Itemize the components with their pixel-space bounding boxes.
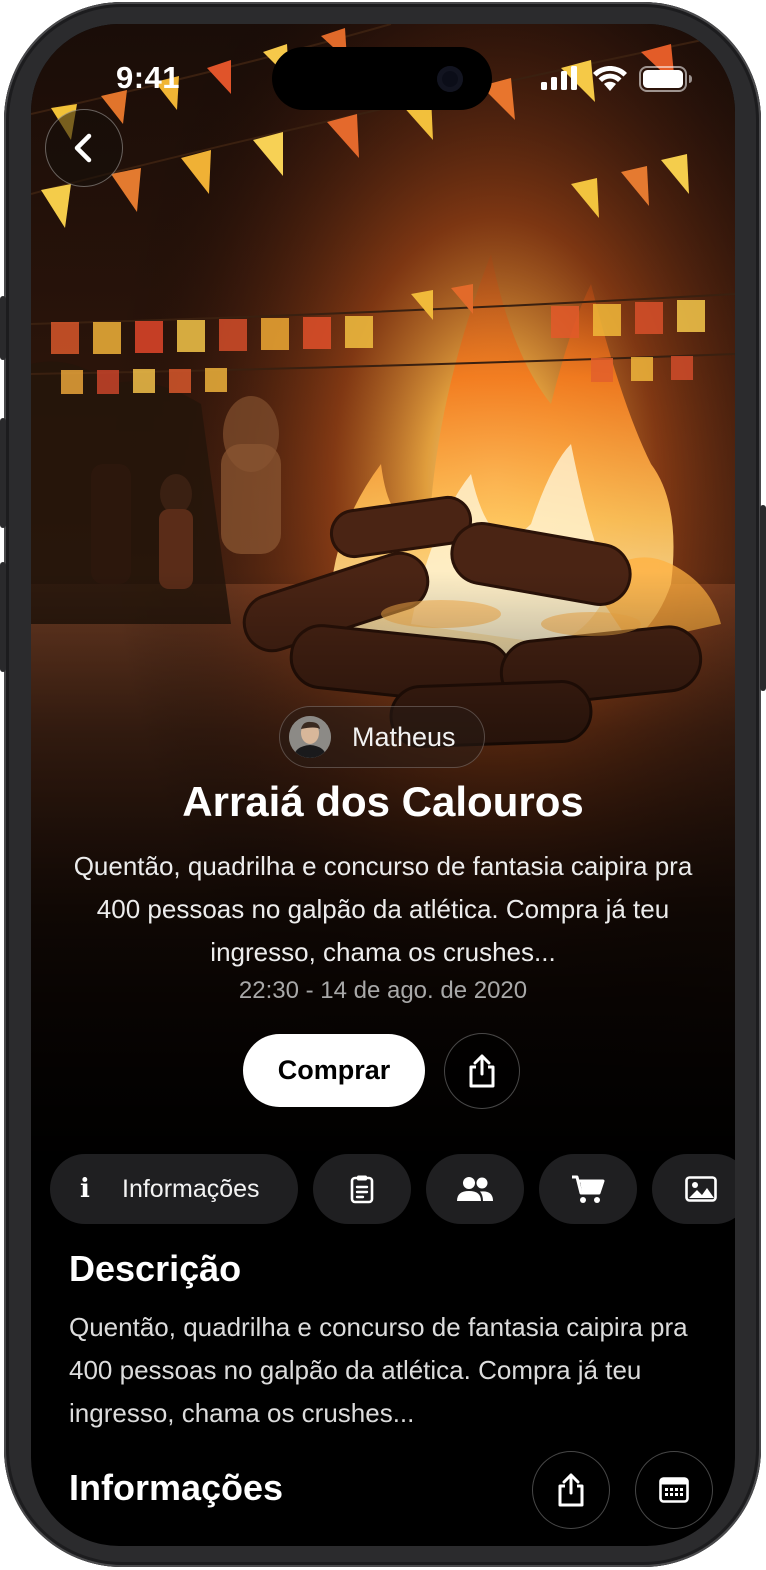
- share-button[interactable]: [444, 1033, 520, 1109]
- status-time: 9:41: [115, 60, 181, 95]
- description-text: Quentão, quadrilha e concurso de fantasi…: [69, 1312, 688, 1428]
- event-title: Arraiá dos Calouros: [182, 778, 584, 825]
- avatar: [289, 716, 331, 758]
- image-icon: [685, 1176, 717, 1202]
- calendar-icon: [659, 1477, 689, 1503]
- info-heading: Informações: [69, 1467, 284, 1508]
- share-icon: [469, 1054, 495, 1088]
- volume-up-button: [0, 418, 6, 528]
- add-to-calendar-button[interactable]: [635, 1451, 713, 1529]
- power-button: [760, 505, 766, 691]
- share-info-button[interactable]: [532, 1451, 610, 1529]
- tab-informacoes-label: Informações: [122, 1174, 260, 1203]
- tab-tickets[interactable]: [539, 1154, 637, 1224]
- event-datetime: 22:30 - 14 de ago. de 2020: [238, 977, 528, 1004]
- host-name: Matheus: [352, 722, 456, 752]
- tab-guests[interactable]: [426, 1154, 524, 1224]
- chevron-left-icon: [74, 133, 92, 163]
- tab-details[interactable]: [313, 1154, 411, 1224]
- buy-button[interactable]: Comprar: [243, 1034, 425, 1107]
- wifi-icon: [593, 66, 627, 91]
- tab-informacoes[interactable]: i Informações: [50, 1154, 298, 1224]
- cellular-signal-icon: [541, 66, 577, 90]
- tab-photos[interactable]: [652, 1154, 735, 1224]
- share-icon: [558, 1473, 584, 1507]
- info-icon: i: [80, 1174, 90, 1204]
- people-icon: [457, 1177, 493, 1201]
- screen: 9:41 Matheus Arraiá dos Calouros Quentão…: [31, 24, 735, 1546]
- description-heading: Descrição: [69, 1248, 242, 1289]
- mute-switch: [0, 296, 6, 360]
- section-tabs: i Informações: [50, 1154, 735, 1224]
- host-photo: [289, 716, 331, 758]
- back-button[interactable]: [45, 109, 123, 187]
- front-camera: [437, 66, 463, 92]
- event-description: Quentão, quadrilha e concurso de fantasi…: [73, 851, 693, 967]
- clipboard-icon: [350, 1175, 374, 1204]
- cart-icon: [572, 1175, 605, 1203]
- battery-icon: [639, 66, 692, 92]
- volume-down-button: [0, 562, 6, 672]
- host-chip[interactable]: Matheus: [279, 706, 485, 768]
